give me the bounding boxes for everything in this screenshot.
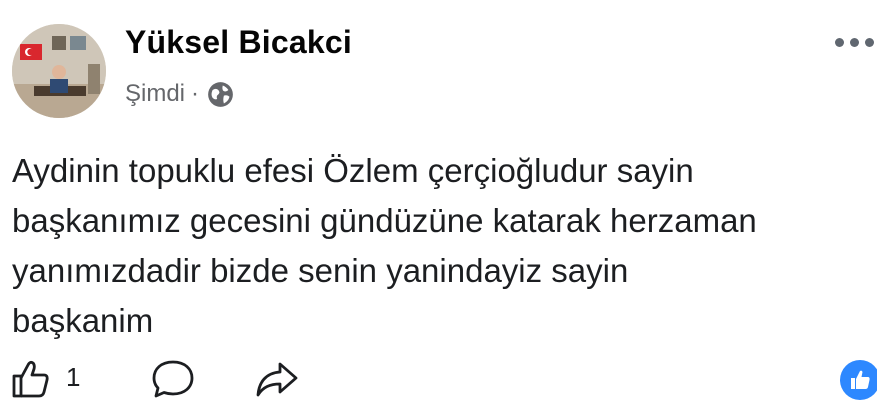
globe-icon[interactable] — [207, 81, 234, 108]
more-dot — [865, 37, 874, 47]
more-dot — [850, 37, 859, 47]
facebook-post: Yüksel Bicakci Şimdi · Aydinin topuklu e… — [0, 0, 877, 414]
comment-icon[interactable] — [150, 358, 196, 400]
like-count[interactable]: 1 — [66, 362, 80, 393]
more-options-icon[interactable] — [835, 30, 877, 54]
share-icon[interactable] — [254, 358, 300, 400]
action-bar: 1 — [0, 354, 877, 404]
avatar[interactable] — [12, 24, 106, 118]
post-text: Aydinin topuklu efesi Özlem çerçioğludur… — [12, 152, 757, 339]
meta-separator: · — [191, 80, 200, 107]
thumbs-up-icon[interactable] — [10, 358, 52, 400]
more-dot — [835, 37, 844, 47]
author-name[interactable]: Yüksel Bicakci — [125, 24, 352, 61]
avatar-photo — [12, 24, 106, 118]
like-reaction-icon[interactable] — [840, 360, 877, 400]
timestamp[interactable]: Şimdi — [125, 80, 185, 108]
post-meta: Şimdi · — [125, 80, 234, 108]
like-reaction-glyph — [851, 370, 870, 389]
